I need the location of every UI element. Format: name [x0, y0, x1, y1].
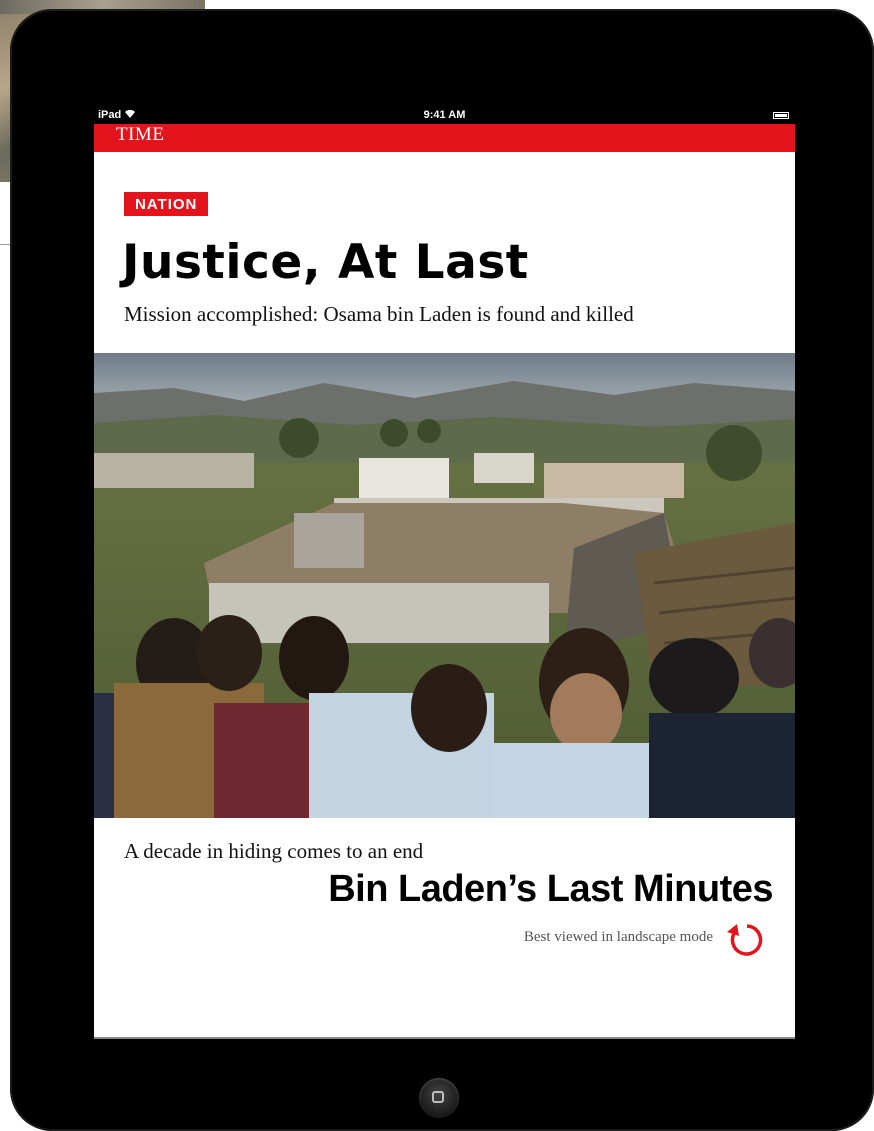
section-tag[interactable]: NATION	[124, 192, 209, 216]
dek: Mission accomplished: Osama bin Laden is…	[124, 302, 634, 326]
screen-bottom-edge	[94, 1037, 795, 1039]
masthead-bar: TIME	[94, 124, 795, 152]
status-bar: iPad 9:41 AM	[94, 108, 795, 124]
orientation-hint: Best viewed in landscape mode	[523, 929, 713, 945]
ipad-screen: iPad 9:41 AM TIME NATION Justice, At Las…	[94, 108, 795, 840]
status-time: 9:41 AM	[423, 109, 466, 121]
story-title[interactable]: Bin Laden’s Last Minutes	[328, 868, 773, 911]
time-logo[interactable]: TIME	[116, 124, 164, 146]
headline: Justice, At Last	[122, 235, 529, 290]
battery-icon	[773, 112, 789, 119]
hero-photo-illustration	[94, 353, 795, 818]
home-button-icon[interactable]	[419, 1078, 459, 1118]
rotate-icon	[723, 918, 767, 962]
kicker: A decade in hiding comes to an end	[124, 839, 424, 863]
hero-photo[interactable]	[94, 353, 795, 818]
teaser-panel[interactable]: A decade in hiding comes to an end Bin L…	[94, 818, 795, 1039]
